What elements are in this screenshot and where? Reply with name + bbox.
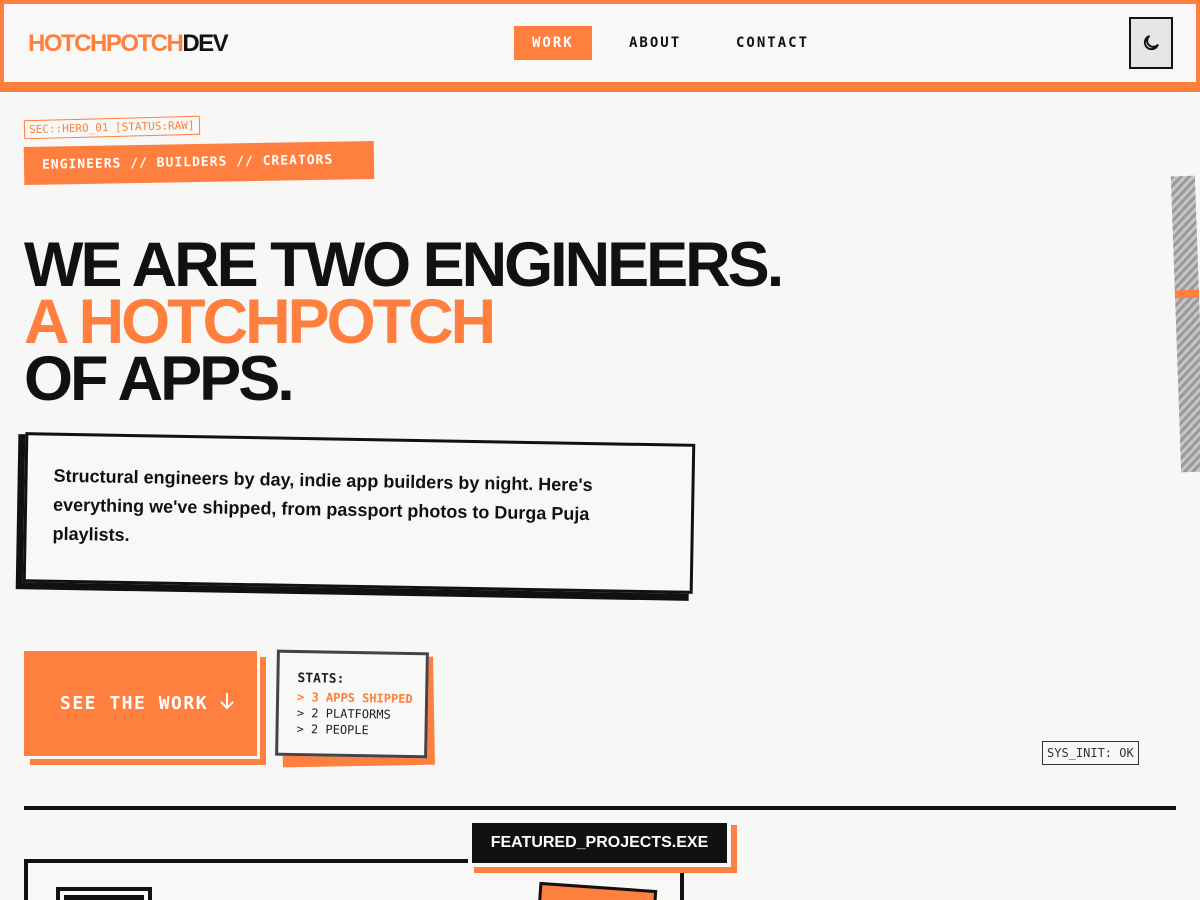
headline-line-3: OF APPS. xyxy=(24,344,295,414)
hero-headline: WE ARE TWO ENGINEERS. A HOTCHPOTCH OF AP… xyxy=(24,230,784,414)
project-status-badge xyxy=(536,881,658,900)
see-the-work-button[interactable]: SEE THE WORK xyxy=(24,651,260,759)
section-tag: SEC::HERO_01 [STATUS:RAW] xyxy=(23,115,200,140)
side-decoration-image xyxy=(1170,175,1200,473)
hero-description: Structural engineers by day, indie app b… xyxy=(22,432,696,594)
arrow-down-icon xyxy=(218,691,236,716)
nav-link-about[interactable]: ABOUT xyxy=(611,26,699,60)
stats-card: STATS: > 3 APPS SHIPPED > 2 PLATFORMS > … xyxy=(275,649,429,759)
top-nav: HOTCHPOTCHDEV WORK ABOUT CONTACT xyxy=(0,0,1200,92)
headline-line-1: WE ARE TWO ENGINEERS. xyxy=(24,230,784,300)
section-divider xyxy=(24,806,1176,810)
theme-toggle-button[interactable] xyxy=(1129,17,1173,69)
nav-bar: HOTCHPOTCHDEV WORK ABOUT CONTACT xyxy=(4,4,1196,82)
site-logo[interactable]: HOTCHPOTCHDEV xyxy=(28,30,229,58)
moon-icon xyxy=(1143,35,1159,51)
logo-part-hotchpotch: HOTCHPOTCH xyxy=(28,30,184,57)
headline-line-2: A HOTCHPOTCH xyxy=(24,287,496,357)
stats-title: STATS: xyxy=(297,671,345,687)
role-tag: ENGINEERS // BUILDERS // CREATORS xyxy=(23,140,375,186)
stat-people: > 2 PEOPLE xyxy=(296,722,369,738)
logo-part-dev: DEV xyxy=(182,30,228,57)
cta-label: SEE THE WORK xyxy=(60,693,209,714)
sys-status-badge: SYS_INIT: OK xyxy=(1042,741,1139,765)
nav-link-contact[interactable]: CONTACT xyxy=(718,26,827,60)
featured-projects-title: FEATURED_PROJECTS.EXE xyxy=(468,819,731,867)
project-thumbnail xyxy=(56,887,152,900)
nav-link-work[interactable]: WORK xyxy=(514,26,592,60)
